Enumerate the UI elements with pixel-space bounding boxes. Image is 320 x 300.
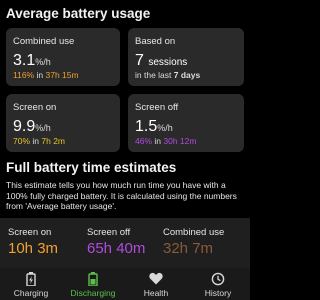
screen-on-label: Screen on [13, 102, 57, 113]
heart-icon [149, 272, 163, 285]
estimates-section-title: Full battery time estimates [6, 160, 177, 175]
battery-discharging-icon [88, 272, 98, 286]
combined-use-detail: 116% in 37h 15m [13, 70, 79, 80]
bottom-nav: Charging Discharging Health History [0, 268, 250, 300]
estimate-screen-off: Screen off 65h 40m [87, 227, 146, 257]
estimate-combined: Combined use 32h 7m [163, 227, 225, 257]
combined-use-label: Combined use [13, 36, 75, 47]
estimates-description: This estimate tells you how much run tim… [6, 180, 237, 212]
sessions-period: in the last 7 days [135, 70, 201, 80]
based-on-card[interactable]: Based on 7 sessions in the last 7 days [128, 28, 244, 86]
screen-off-rate: 1.5%/h [135, 118, 173, 135]
usage-section-title: Average battery usage [6, 6, 151, 21]
estimate-screen-on: Screen on 10h 3m [8, 227, 59, 257]
nav-discharging[interactable]: Discharging [62, 268, 124, 300]
history-clock-icon [211, 272, 225, 286]
screen-off-card[interactable]: Screen off 1.5%/h 46% in 30h 12m [128, 94, 244, 152]
combined-use-card[interactable]: Combined use 3.1%/h 116% in 37h 15m [6, 28, 120, 86]
nav-charging[interactable]: Charging [0, 268, 62, 300]
based-on-label: Based on [135, 36, 176, 47]
screen-on-detail: 70% in 7h 2m [13, 136, 66, 146]
screen-off-label: Screen off [135, 102, 179, 113]
screen-off-detail: 46% in 30h 12m [135, 136, 197, 146]
nav-history[interactable]: History [187, 268, 249, 300]
nav-health[interactable]: Health [125, 268, 187, 300]
sessions-count: 7 sessions [135, 52, 188, 69]
screen-on-card[interactable]: Screen on 9.9%/h 70% in 7h 2m [6, 94, 120, 152]
battery-charging-icon [26, 272, 36, 286]
combined-use-rate: 3.1%/h [13, 52, 51, 69]
screen-on-rate: 9.9%/h [13, 118, 51, 135]
